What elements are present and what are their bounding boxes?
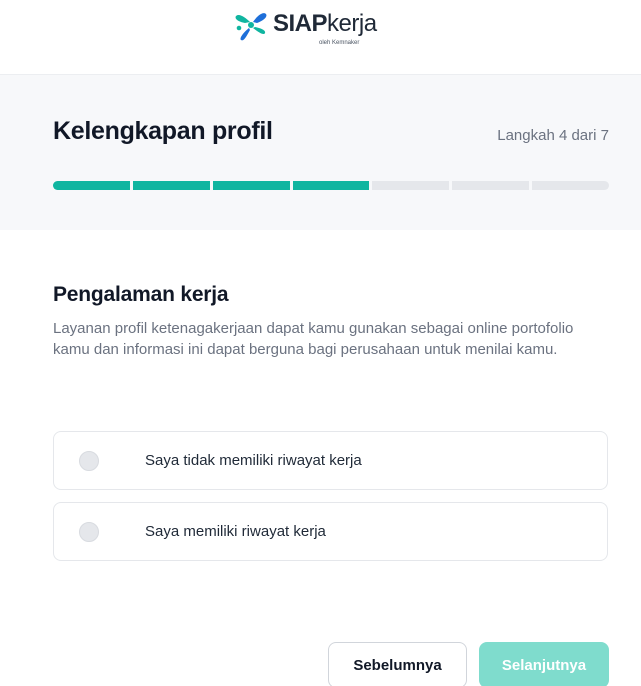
progress-segment [212, 181, 290, 190]
progress-segment [532, 181, 610, 190]
next-button[interactable]: Selanjutnya [479, 642, 609, 686]
previous-button[interactable]: Sebelumnya [328, 642, 467, 686]
siapkerja-logo[interactable]: SIAPkerja oleh Kemnaker [233, 6, 413, 52]
step-indicator: Langkah 4 dari 7 [497, 127, 609, 144]
progress-segment [53, 181, 130, 190]
option-no-work-history[interactable]: Saya tidak memiliki riwayat kerja [53, 431, 608, 490]
radio-no-work-history[interactable] [79, 451, 99, 471]
progress-panel: Kelengkapan profil Langkah 4 dari 7 [0, 75, 641, 230]
section-description: Layanan profil ketenagakerjaan dapat kam… [53, 320, 574, 358]
progress-segment [292, 181, 370, 190]
page: SIAPkerja oleh Kemnaker Kelengkapan prof… [0, 0, 641, 686]
logo-wordmark-bold: SIAP [273, 10, 328, 37]
page-title: Kelengkapan profil [53, 117, 273, 145]
progress-bar [53, 181, 610, 190]
siapkerja-logo-icon [235, 13, 267, 41]
logo-wordmark-light: kerja [327, 10, 377, 37]
logo-wordmark: SIAPkerja [273, 10, 377, 38]
option-has-work-history[interactable]: Saya memiliki riwayat kerja [53, 502, 608, 561]
progress-segment [372, 181, 450, 190]
progress-segment [452, 181, 530, 190]
logo-tagline: oleh Kemnaker [319, 40, 360, 46]
option-label: Saya tidak memiliki riwayat kerja [145, 452, 362, 469]
section-title: Pengalaman kerja [53, 283, 229, 306]
header: SIAPkerja oleh Kemnaker [0, 0, 641, 75]
progress-segment [132, 181, 210, 190]
radio-has-work-history[interactable] [79, 522, 99, 542]
option-label: Saya memiliki riwayat kerja [145, 523, 326, 540]
